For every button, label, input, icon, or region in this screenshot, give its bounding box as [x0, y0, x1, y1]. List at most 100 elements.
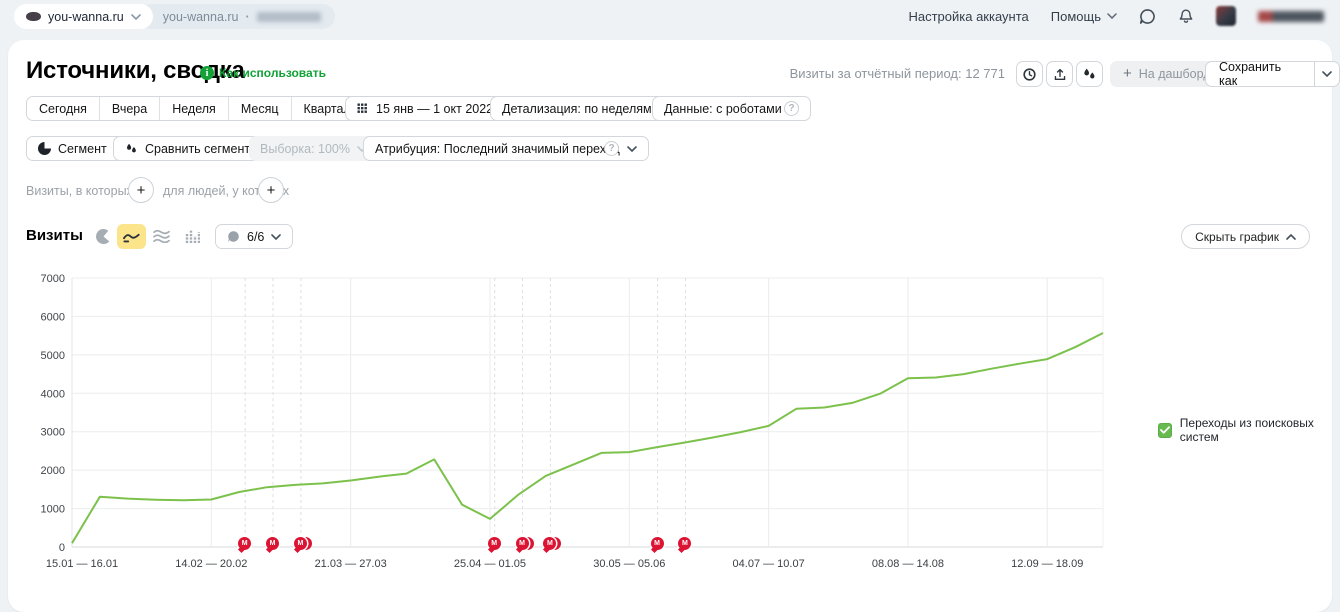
period-button-0[interactable]: Сегодня	[27, 97, 99, 120]
add-visit-condition-button[interactable]: +	[128, 177, 154, 203]
chevron-down-icon	[1107, 13, 1117, 19]
period-button-1[interactable]: Вчера	[99, 97, 159, 120]
help-question-icon[interactable]: ?	[784, 101, 799, 116]
user-avatar[interactable]	[1216, 6, 1236, 26]
column-chart-icon	[185, 229, 200, 243]
attribution-label: Атрибуция: Последний значимый переход	[375, 142, 620, 156]
help-question-icon[interactable]: ?	[604, 141, 619, 156]
annotation-marker[interactable]: М	[266, 537, 279, 550]
line-chart-type-button-selected[interactable]	[117, 224, 146, 249]
check-icon	[1160, 426, 1170, 434]
feedback-chat-icon[interactable]	[1139, 8, 1156, 25]
x-axis-label: 21.03 — 27.03	[315, 558, 387, 570]
comment-bubble-icon	[227, 230, 240, 243]
legend-item-search-engines[interactable]: Переходы из поисковых систем	[1158, 416, 1340, 444]
droplets-icon	[125, 142, 138, 155]
annotation-marker[interactable]: М	[488, 537, 501, 550]
annotation-marker[interactable]: М	[651, 537, 664, 550]
top-bar-right: Настройка аккаунта Помощь	[908, 0, 1324, 32]
export-icon	[1053, 67, 1067, 82]
info-icon: i	[200, 66, 214, 80]
date-range-button[interactable]: 15 янв — 1 окт 2022	[345, 96, 505, 121]
stacked-area-icon	[153, 229, 170, 243]
pie-chart-icon	[96, 229, 111, 244]
annotation-bubble-icon: М	[488, 537, 501, 550]
counter-tab[interactable]: you-wanna.ru ·	[139, 4, 335, 29]
top-bar: you-wanna.ru you-wanna.ru · Настройка ак…	[0, 0, 1340, 32]
comments-dropdown[interactable]: 6/6	[215, 224, 293, 249]
x-axis-label: 25.04 — 01.05	[454, 558, 526, 570]
y-axis-label: 0	[59, 542, 65, 554]
chevron-down-icon	[271, 234, 281, 240]
counter-name: you-wanna.ru	[48, 10, 124, 24]
annotation-marker[interactable]: М	[543, 537, 556, 550]
sampling-dropdown-disabled: Выборка: 100%	[249, 136, 378, 161]
y-axis-label: 7000	[41, 273, 65, 285]
y-axis-label: 3000	[41, 427, 65, 439]
annotation-bubble-icon: М	[238, 537, 251, 550]
how-to-use-label: Как использовать	[219, 66, 326, 80]
plus-icon: +	[1123, 66, 1132, 81]
save-as-menu-button[interactable]	[1315, 61, 1340, 87]
segment-label: Сегмент	[58, 142, 107, 156]
pie-chart-type-button[interactable]	[96, 229, 111, 244]
series-line-search-engines	[72, 333, 1103, 543]
annotation-bubble-icon: М	[678, 537, 691, 550]
annotation-marker[interactable]: М	[678, 537, 691, 550]
counter-tab-name: you-wanna.ru	[163, 10, 239, 24]
chevron-up-icon	[1286, 234, 1296, 240]
add-people-condition-button[interactable]: +	[258, 177, 284, 203]
calendar-grid-icon	[357, 103, 369, 115]
x-axis-label: 08.08 — 14.08	[872, 558, 944, 570]
annotation-bubble-icon: М	[651, 537, 664, 550]
counter-selector[interactable]: you-wanna.ru	[14, 4, 153, 29]
period-button-2[interactable]: Неделя	[159, 97, 228, 120]
dot-separator: ·	[246, 10, 250, 24]
column-chart-type-button[interactable]	[185, 229, 200, 243]
metrica-sources-summary-page: you-wanna.ru you-wanna.ru · Настройка ак…	[0, 0, 1340, 612]
sampling-label: Выборка: 100%	[260, 142, 350, 156]
chevron-down-icon	[627, 146, 637, 152]
visits-line-chart[interactable]: 0100020003000400050006000700015.01 — 16.…	[0, 260, 1340, 575]
y-axis-label: 6000	[41, 311, 65, 323]
help-menu[interactable]: Помощь	[1051, 9, 1117, 24]
x-axis-label: 14.02 — 20.02	[175, 558, 247, 570]
x-axis-label: 15.01 — 16.01	[46, 558, 118, 570]
legend-checkbox-checked[interactable]	[1158, 423, 1172, 438]
how-to-use-link[interactable]: i Как использовать	[200, 66, 326, 80]
visits-condition-label: Визиты, в которых	[26, 184, 133, 198]
date-range-label: 15 янв — 1 окт 2022	[376, 102, 493, 116]
hide-chart-button[interactable]: Скрыть график	[1181, 224, 1310, 249]
export-button[interactable]	[1046, 61, 1073, 87]
detail-label: Детализация: по неделям	[502, 102, 652, 116]
account-settings-link[interactable]: Настройка аккаунта	[908, 9, 1028, 24]
add-to-dashboard-label: На дашборд	[1139, 67, 1211, 81]
comments-count: 6/6	[247, 230, 264, 244]
period-button-3[interactable]: Месяц	[228, 97, 291, 120]
save-as-group: Сохранить как	[1205, 61, 1340, 87]
annotation-bubble-icon: М	[516, 537, 529, 550]
history-button[interactable]	[1016, 61, 1043, 87]
chevron-down-icon	[131, 14, 141, 20]
visits-period-total: Визиты за отчётный период: 12 771	[790, 66, 1005, 81]
annotation-marker[interactable]: М	[238, 537, 251, 550]
y-axis-label: 1000	[41, 504, 65, 516]
annotation-bubble-icon: М	[266, 537, 279, 550]
segment-pie-icon	[38, 142, 51, 155]
clock-icon	[1022, 67, 1037, 82]
segments-button[interactable]	[1076, 61, 1103, 87]
stacked-area-type-button[interactable]	[153, 229, 170, 243]
data-mode-label: Данные: с роботами	[664, 102, 782, 116]
y-axis-label: 4000	[41, 388, 65, 400]
counter-id-redacted	[257, 12, 321, 22]
annotation-marker[interactable]: М	[294, 537, 307, 550]
notifications-bell-icon[interactable]	[1178, 8, 1194, 25]
y-axis-label: 2000	[41, 465, 65, 477]
compare-segments-label: Сравнить сегменты	[145, 142, 259, 156]
x-axis-label: 30.05 — 05.06	[593, 558, 665, 570]
chevron-down-icon	[1322, 71, 1332, 77]
annotation-marker[interactable]: М	[516, 537, 529, 550]
annotation-bubble-icon: М	[294, 537, 307, 550]
save-as-button[interactable]: Сохранить как	[1205, 61, 1315, 87]
counter-switcher: you-wanna.ru you-wanna.ru ·	[14, 4, 335, 29]
